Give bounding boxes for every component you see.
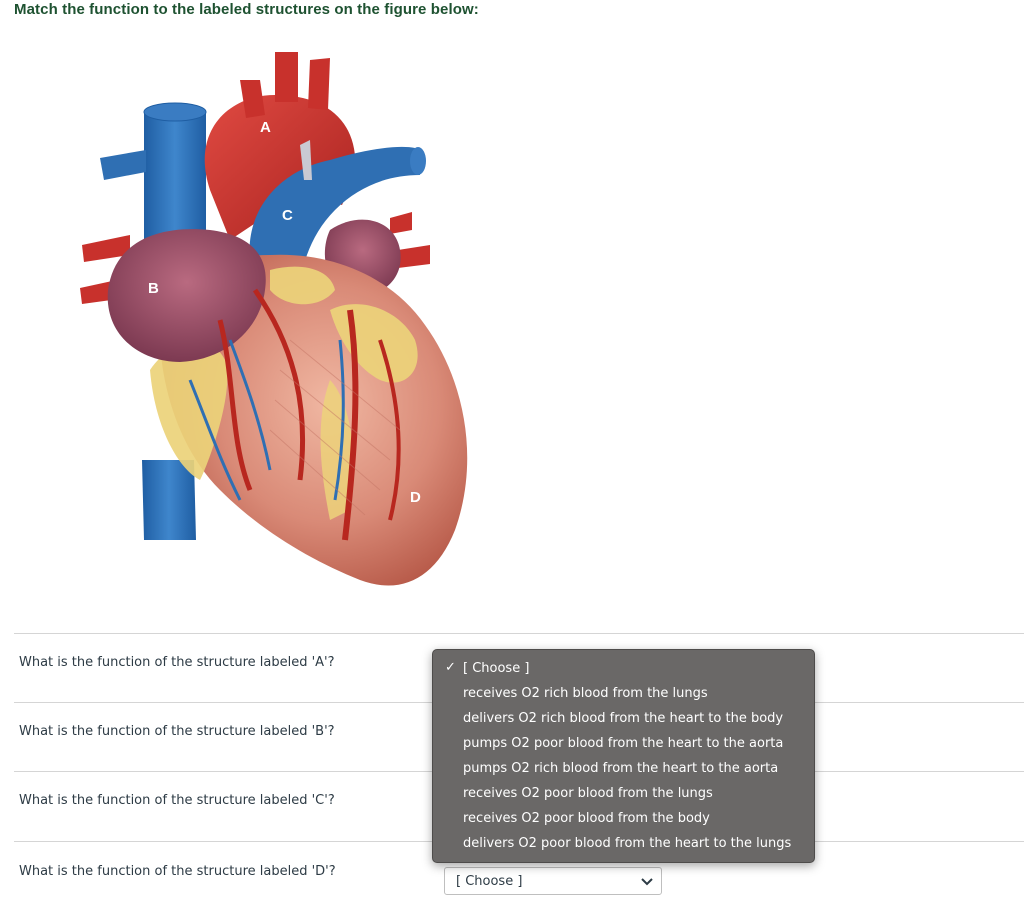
dropdown-option[interactable]: receives O2 rich blood from the lungs bbox=[463, 686, 708, 701]
dropdown-option[interactable]: receives O2 poor blood from the lungs bbox=[463, 786, 713, 801]
label-a: A bbox=[260, 119, 271, 136]
dropdown-option[interactable]: pumps O2 rich blood from the heart to th… bbox=[463, 761, 778, 776]
label-d: D bbox=[410, 489, 421, 506]
dropdown-option[interactable]: delivers O2 poor blood from the heart to… bbox=[463, 836, 791, 851]
label-c: C bbox=[282, 207, 293, 224]
row-a-prompt: What is the function of the structure la… bbox=[19, 655, 335, 670]
answer-select-d-value: [ Choose ] bbox=[456, 874, 523, 889]
inferior-vena-cava bbox=[142, 460, 196, 540]
heart-figure: A B C D bbox=[80, 52, 468, 586]
dropdown-option[interactable]: delivers O2 rich blood from the heart to… bbox=[463, 711, 783, 726]
row-b-prompt: What is the function of the structure la… bbox=[19, 724, 335, 739]
answer-dropdown-menu: ✓ [ Choose ] receives O2 rich blood from… bbox=[432, 649, 815, 863]
label-b: B bbox=[148, 280, 159, 297]
dropdown-option[interactable]: pumps O2 poor blood from the heart to th… bbox=[463, 736, 783, 751]
checkmark-icon: ✓ bbox=[445, 660, 456, 675]
row-c-prompt: What is the function of the structure la… bbox=[19, 793, 335, 808]
page-title: Match the function to the labeled struct… bbox=[14, 1, 479, 18]
answer-select-d[interactable]: [ Choose ] bbox=[444, 867, 662, 895]
row-d-prompt: What is the function of the structure la… bbox=[19, 864, 336, 879]
dropdown-option[interactable]: receives O2 poor blood from the body bbox=[463, 811, 710, 826]
chevron-down-icon bbox=[641, 878, 653, 886]
dropdown-option-choose[interactable]: [ Choose ] bbox=[463, 661, 529, 676]
